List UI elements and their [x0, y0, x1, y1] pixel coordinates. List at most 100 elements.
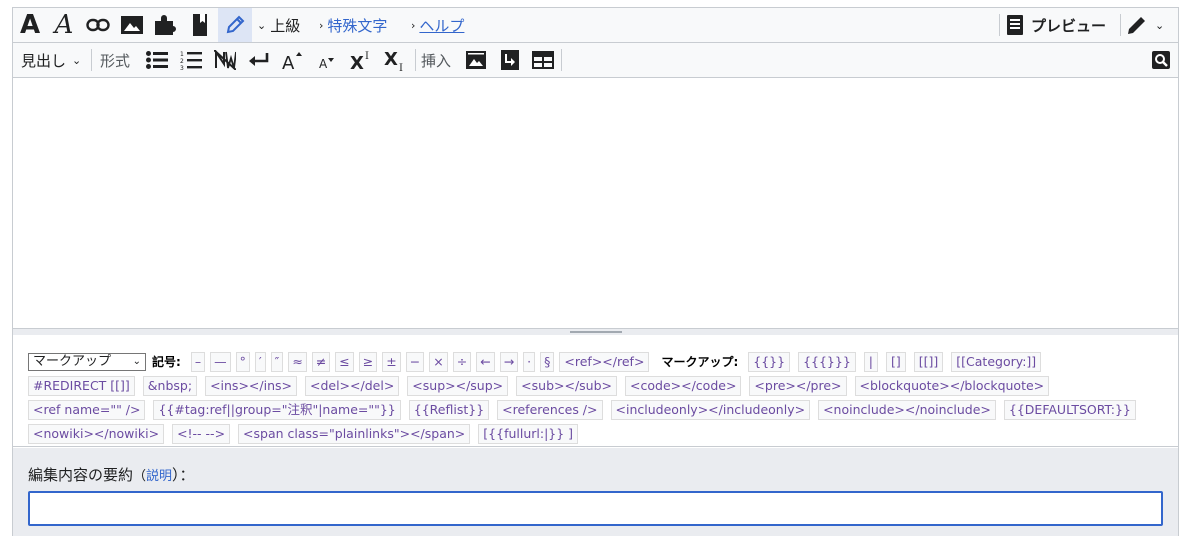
svg-text:I: I [399, 63, 403, 72]
document-icon [1007, 15, 1023, 35]
char-chip[interactable]: #REDIRECT [[]] [28, 376, 135, 396]
char-chip[interactable]: <references /> [497, 400, 603, 420]
char-chip[interactable]: <nowiki></nowiki> [28, 424, 165, 444]
char-chip[interactable]: × [429, 352, 448, 372]
char-chip[interactable]: <ins></ins> [205, 376, 297, 396]
char-chip[interactable]: ≈ [288, 352, 307, 372]
help-toggle[interactable]: › ヘルプ [411, 8, 464, 42]
gallery-icon[interactable] [461, 43, 491, 77]
char-chip[interactable]: [[Category:]] [951, 352, 1042, 372]
paren-close: ）： [172, 466, 195, 484]
text-bigger-icon[interactable]: A [278, 43, 308, 77]
bold-icon[interactable]: A [15, 8, 45, 42]
char-chip[interactable]: {{{}}} [798, 352, 856, 372]
advanced-label: 上級 [270, 16, 301, 35]
char-chip[interactable]: <blockquote></blockquote> [854, 376, 1050, 396]
char-chip[interactable]: → [499, 352, 519, 372]
advanced-toolbar: 見出し ⌄ 形式 123 A A XI XI 挿入 [13, 43, 1178, 78]
char-chip[interactable]: − [405, 352, 425, 372]
preview-button[interactable]: プレビュー [1007, 8, 1106, 42]
wikitext-textarea[interactable] [13, 78, 1178, 328]
char-chip[interactable]: <sup></sup> [407, 376, 509, 396]
charinsert-select[interactable]: マークアップ ⌄ [28, 353, 146, 371]
char-chip[interactable]: ≤ [335, 352, 354, 372]
char-chip[interactable]: <ref></ref> [559, 352, 650, 372]
bookmark-icon[interactable] [185, 8, 215, 42]
char-chip[interactable]: ← [476, 352, 495, 372]
paren-open: （ [133, 469, 147, 484]
char-chip[interactable]: · [523, 352, 536, 372]
char-chip[interactable]: {{Reflist}} [408, 400, 490, 420]
advanced-toggle[interactable]: ⌄ 上級 [257, 8, 300, 42]
subscript-icon[interactable]: XI [380, 43, 410, 77]
char-chip[interactable]: ° [235, 352, 250, 372]
char-chip[interactable]: {{#tag:ref||group="注釈"|name=""}} [153, 400, 401, 420]
char-chip[interactable]: <includeonly></includeonly> [610, 400, 811, 420]
text-smaller-icon[interactable]: A [312, 43, 342, 77]
char-chip[interactable]: – [190, 352, 206, 372]
pencil-icon [1128, 17, 1145, 34]
summary-help-link[interactable]: 説明 [146, 469, 172, 484]
char-chip[interactable]: <del></del> [304, 376, 400, 396]
svg-text:I: I [365, 51, 369, 62]
char-chip[interactable]: ≥ [358, 352, 378, 372]
char-chip[interactable]: {{}} [748, 352, 791, 372]
link-icon[interactable] [83, 8, 113, 42]
char-chip[interactable]: <pre></pre> [749, 376, 847, 396]
char-chip[interactable]: <sub></sub> [516, 376, 618, 396]
svg-text:A: A [319, 57, 328, 70]
char-chip[interactable]: | [863, 352, 878, 372]
char-chip[interactable]: <code></code> [625, 376, 742, 396]
char-chip[interactable]: ′ [254, 352, 266, 372]
summary-label-text: 編集内容の要約 [28, 466, 134, 484]
char-chip[interactable]: ″ [270, 352, 284, 372]
image-icon[interactable] [117, 8, 147, 42]
char-chip[interactable]: <noinclude></noinclude> [818, 400, 996, 420]
svg-text:X: X [350, 53, 364, 70]
char-chip[interactable]: § [540, 352, 555, 372]
redirect-icon[interactable] [495, 43, 525, 77]
charinsert-row-4: <nowiki></nowiki> <!-- --> <span class="pl… [28, 423, 586, 445]
chevron-down-icon: ⌄ [257, 18, 267, 32]
charinsert-row-2: #REDIRECT [[]] &nbsp; <ins></ins> <del></de… [28, 375, 1057, 397]
svg-text:A: A [282, 53, 295, 70]
table-icon[interactable] [528, 43, 558, 77]
char-chip[interactable]: ÷ [452, 352, 472, 372]
chevron-down-icon: ⌄ [1155, 18, 1165, 32]
char-chip[interactable]: [] [886, 352, 906, 372]
insert-group-label: 挿入 [421, 51, 452, 70]
char-chip[interactable]: — [210, 352, 231, 372]
chevron-down-icon: ⌄ [72, 53, 82, 67]
summary-input[interactable] [28, 491, 1163, 526]
puzzle-icon[interactable] [151, 8, 181, 42]
chevron-right-icon: › [411, 18, 416, 32]
numbered-list-icon[interactable]: 123 [176, 43, 206, 77]
search-replace-icon[interactable] [1146, 43, 1176, 77]
svg-text:1: 1 [180, 51, 184, 58]
charinsert-panel: マークアップ ⌄ 記号: – — ° ′ ″ ≈ ≠ ≤ ≥ ± − × ÷ ← → · § <ref></re… [13, 335, 1178, 447]
edit-mode-menu[interactable]: ⌄ [1127, 8, 1164, 42]
resize-grip[interactable] [13, 328, 1178, 335]
nowiki-icon[interactable] [210, 43, 240, 77]
char-chip[interactable]: [{{fullurl:|}} ] [478, 424, 579, 444]
edit-summary-section: 編集内容の要約（説明）： [13, 448, 1178, 536]
char-chip[interactable]: {{DEFAULTSORT:}} [1003, 400, 1136, 420]
symbols-label: 記号: [152, 355, 181, 369]
superscript-icon[interactable]: XI [346, 43, 376, 77]
char-chip[interactable]: &nbsp; [142, 376, 198, 396]
char-chip[interactable]: <!-- --> [172, 424, 231, 444]
charinsert-row-3: <ref name="" /> {{#tag:ref||group="注釈"|na… [28, 399, 1144, 421]
heading-dropdown[interactable]: 見出し ⌄ [21, 43, 81, 77]
char-chip[interactable]: <span class="plainlinks"></span> [238, 424, 471, 444]
char-chip[interactable]: ± [382, 352, 401, 372]
char-chip[interactable]: <ref name="" /> [28, 400, 146, 420]
char-chip[interactable]: ≠ [311, 352, 331, 372]
italic-icon[interactable]: A [49, 8, 79, 42]
newline-icon[interactable] [244, 43, 274, 77]
svg-text:X: X [384, 49, 398, 70]
bullet-list-icon[interactable] [142, 43, 172, 77]
pencil-icon[interactable] [218, 8, 252, 42]
format-group-label: 形式 [100, 51, 131, 70]
char-chip[interactable]: [[]] [913, 352, 944, 372]
special-chars-toggle[interactable]: › 特殊文字 [319, 8, 387, 42]
